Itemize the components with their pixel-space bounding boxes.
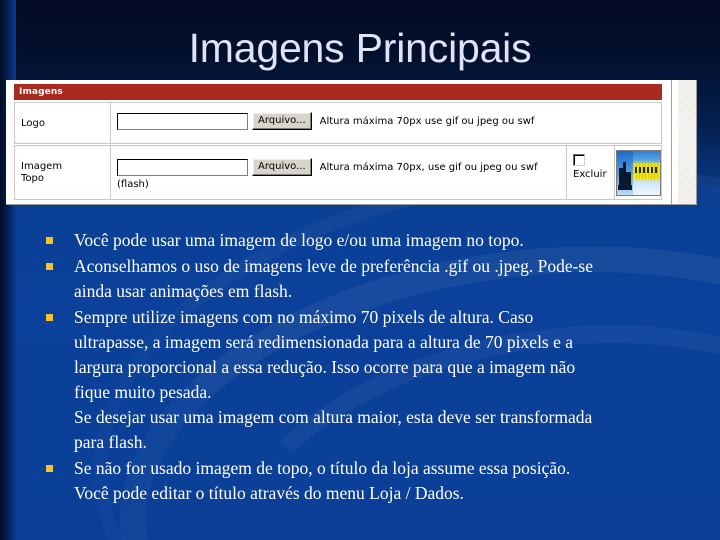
row-fields-logo: Arquivo... Altura máxima 70px use gif ou… xyxy=(111,103,663,143)
slide: Imagens Principais Imagens Logo Arquivo.… xyxy=(0,0,720,540)
list-item-line: Se não for usado imagem de topo, o títul… xyxy=(74,458,571,478)
list-item-line: Sempre utilize imagens com no máximo 70 … xyxy=(74,307,534,327)
thumbnail-building-base xyxy=(618,184,632,190)
table-row: Imagem Topo Arquivo... Altura máxima 70p… xyxy=(14,145,662,200)
file-input-group-logo: Arquivo... Altura máxima 70px use gif ou… xyxy=(117,112,534,130)
table-row: Logo Arquivo... Altura máxima 70px use g… xyxy=(14,102,662,144)
panel-header: Imagens xyxy=(14,84,662,100)
delete-cell: Excluir xyxy=(567,146,615,199)
list-item-line: fique muito pesada. xyxy=(74,382,212,402)
square-bullet-icon xyxy=(46,263,53,270)
row-label-logo-text: Logo xyxy=(21,117,45,129)
row-label-imagem-topo: Imagem Topo xyxy=(15,146,111,199)
logo-file-input[interactable] xyxy=(117,112,248,130)
list-item: Se não for usado imagem de topo, o títul… xyxy=(44,456,684,506)
logo-hint-text: Altura máxima 70px use gif ou jpeg ou sw… xyxy=(319,115,535,127)
list-item-line: Você pode editar o título através do men… xyxy=(74,483,464,503)
row-label-imagem-topo-line2: Topo xyxy=(21,172,44,184)
topo-browse-button[interactable]: Arquivo... xyxy=(252,158,312,176)
list-item-line: Você pode usar uma imagem de logo e/ou u… xyxy=(74,230,524,250)
list-item-line: Aconselhamos o uso de imagens leve de pr… xyxy=(74,256,594,276)
checkbox-icon[interactable] xyxy=(573,154,585,166)
bullet-list: Você pode usar uma imagem de logo e/ou u… xyxy=(44,228,684,507)
screenshot-window: Imagens Logo Arquivo... Altura máxima 70… xyxy=(6,80,697,205)
topo-hint-text: Altura máxima 70px, use gif ou jpeg ou s… xyxy=(319,161,538,173)
square-bullet-icon xyxy=(46,465,53,472)
square-bullet-icon xyxy=(46,237,53,244)
thumbnail-cell xyxy=(615,146,662,199)
row-fields-imagem-topo: Arquivo... Altura máxima 70px, use gif o… xyxy=(111,146,567,199)
list-item-line: largura proporcional a essa redução. Iss… xyxy=(74,357,576,377)
list-item: Você pode usar uma imagem de logo e/ou u… xyxy=(44,228,684,253)
list-item: Aconselhamos o uso de imagens leve de pr… xyxy=(44,254,684,304)
square-bullet-icon xyxy=(46,314,53,321)
topo-flash-note: (flash) xyxy=(117,179,149,190)
page-title: Imagens Principais xyxy=(188,25,532,71)
delete-checkbox-label: Excluir xyxy=(573,169,607,180)
topo-image-thumbnail[interactable] xyxy=(616,149,661,196)
list-item-line: Se desejar usar uma imagem com altura ma… xyxy=(74,407,593,427)
file-input-group-topo: Arquivo... Altura máxima 70px, use gif o… xyxy=(117,158,538,176)
list-item-line: ainda usar animações em flash. xyxy=(74,281,293,301)
list-item-line: ultrapasse, a imagem será redimensionada… xyxy=(74,332,574,352)
form-area: Imagens Logo Arquivo... Altura máxima 70… xyxy=(6,80,672,204)
list-item: Sempre utilize imagens com no máximo 70 … xyxy=(44,305,684,455)
scrollbar-track[interactable] xyxy=(677,80,696,204)
row-label-imagem-topo-line1: Imagem xyxy=(21,160,63,172)
list-item-line: para flash. xyxy=(74,432,147,452)
thumbnail-banner-text-shadow xyxy=(635,166,659,173)
topo-file-input[interactable] xyxy=(117,158,248,176)
row-label-logo: Logo xyxy=(15,103,111,143)
logo-browse-button[interactable]: Arquivo... xyxy=(252,112,312,130)
